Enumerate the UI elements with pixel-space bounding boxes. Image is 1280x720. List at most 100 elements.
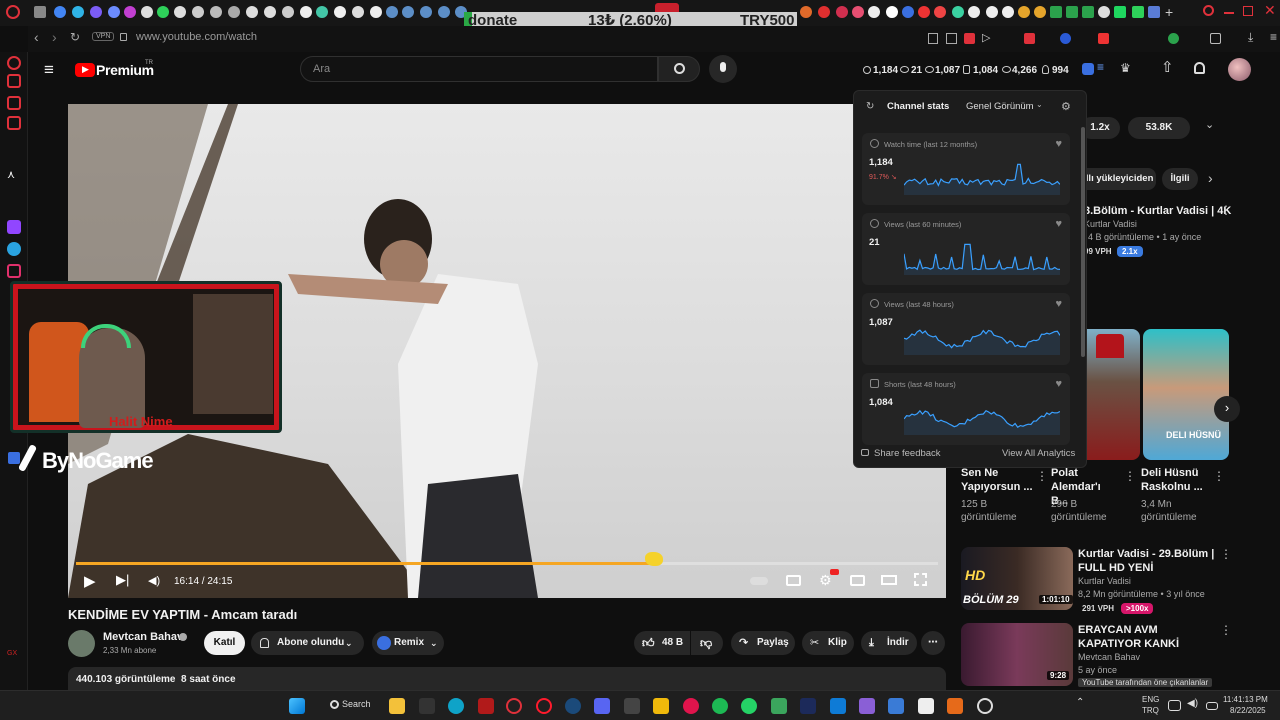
- tab-favicon[interactable]: [868, 6, 880, 18]
- taskbar-search-label[interactable]: Search: [342, 699, 371, 709]
- download-icon[interactable]: ⤓: [1248, 30, 1253, 45]
- join-button[interactable]: Katıl: [204, 631, 245, 655]
- more-options-icon[interactable]: ⋮: [1220, 623, 1232, 637]
- visual-studio-icon[interactable]: [859, 698, 875, 714]
- battery-icon[interactable]: [1206, 702, 1218, 710]
- tab-favicon[interactable]: [818, 6, 830, 18]
- spotify-icon[interactable]: [712, 698, 728, 714]
- maximize-icon[interactable]: [1243, 6, 1253, 16]
- extensions-puzzle-icon[interactable]: [1210, 33, 1221, 44]
- extension-icon[interactable]: [1098, 33, 1109, 44]
- steam-icon[interactable]: [565, 698, 581, 714]
- list-icon[interactable]: ≡: [1097, 60, 1104, 74]
- tab-favicon[interactable]: [210, 6, 222, 18]
- menu-icon[interactable]: ≡: [1270, 30, 1277, 44]
- chevron-down-icon[interactable]: ⌄: [1205, 118, 1214, 131]
- more-options-icon[interactable]: ⋮: [1220, 547, 1232, 561]
- app-icon[interactable]: [653, 698, 669, 714]
- tab-favicon[interactable]: [438, 6, 450, 18]
- sidebar-instagram-icon[interactable]: [7, 264, 21, 278]
- extension-icon[interactable]: [1060, 33, 1071, 44]
- windows-start-icon[interactable]: [289, 698, 305, 714]
- dislike-button[interactable]: 👎︎: [691, 631, 723, 655]
- upload-icon[interactable]: ⇧: [1161, 58, 1174, 76]
- tray-chevron-icon[interactable]: ⌃: [1076, 697, 1084, 708]
- vscode-icon[interactable]: [830, 698, 846, 714]
- tab-favicon[interactable]: [852, 6, 864, 18]
- notifications-bell-icon[interactable]: [1194, 62, 1205, 74]
- app-icon[interactable]: [918, 698, 934, 714]
- shorts-title[interactable]: Sen Ne Yapıyorsun ...: [961, 466, 1037, 494]
- forward-icon[interactable]: ›: [52, 29, 57, 45]
- tab-favicon[interactable]: [1132, 6, 1144, 18]
- voice-search-button[interactable]: [709, 55, 737, 83]
- view-all-analytics-link[interactable]: View All Analytics: [1002, 448, 1075, 459]
- progress-scrubber-pikachu-icon[interactable]: [644, 552, 663, 566]
- carousel-next-button[interactable]: ›: [1214, 396, 1240, 422]
- sidebar-twitch-icon[interactable]: [7, 220, 21, 234]
- analytics-card-shorts-48h[interactable]: Shorts (last 48 hours) ♥ 1,084: [862, 373, 1070, 445]
- analytics-card-watch-time[interactable]: Watch time (last 12 months) ♥ 1,184 91.7…: [862, 133, 1070, 205]
- app-icon[interactable]: [419, 698, 435, 714]
- sidebar-extension-icon[interactable]: [7, 96, 21, 110]
- subscribed-button[interactable]: Abone olundu ⌄: [251, 631, 364, 655]
- description-box[interactable]: 440.103 görüntüleme 8 saat önce: [68, 667, 946, 690]
- recommendation-title[interactable]: Kurtlar Vadisi - 29.Bölüm | FULL HD YENİ: [1078, 547, 1218, 575]
- tab-favicon[interactable]: [968, 6, 980, 18]
- bookmark-icon[interactable]: [928, 33, 938, 44]
- app-icon[interactable]: [888, 698, 904, 714]
- settings-gear-icon[interactable]: ⚙: [1061, 100, 1071, 113]
- tab-favicon[interactable]: [934, 6, 946, 18]
- extension-icon[interactable]: [1024, 33, 1035, 44]
- next-button[interactable]: ▶|: [116, 572, 129, 588]
- favorite-heart-icon[interactable]: ♥: [1055, 378, 1062, 390]
- recommendation-channel[interactable]: Kurtlar Vadisi: [1084, 218, 1137, 231]
- sidebar-opera-icon[interactable]: [7, 56, 21, 70]
- vpn-badge[interactable]: VPN: [92, 32, 115, 41]
- volume-icon[interactable]: ◀): [1187, 698, 1198, 709]
- photoshop-icon[interactable]: [800, 698, 816, 714]
- recommendation-thumbnail[interactable]: 9:28: [961, 623, 1073, 686]
- recommendation-channel[interactable]: Mevtcan Bahav: [1078, 651, 1140, 664]
- sidebar-extension-icon[interactable]: [7, 74, 21, 88]
- reload-icon[interactable]: ↻: [70, 30, 80, 44]
- user-avatar[interactable]: [1228, 58, 1251, 81]
- remix-button[interactable]: Remix ⌄: [372, 631, 444, 655]
- channel-name[interactable]: Mevtcan Bahav: [103, 631, 183, 643]
- tab-channel-stats[interactable]: Channel stats: [887, 101, 949, 112]
- tab-favicon[interactable]: [420, 6, 432, 18]
- filter-chip[interactable]: İlgili: [1162, 168, 1198, 190]
- views-pill[interactable]: 53.8K: [1128, 117, 1190, 139]
- tab-favicon[interactable]: [402, 6, 414, 18]
- sidebar-aria-icon[interactable]: ⋏: [7, 168, 21, 182]
- more-options-icon[interactable]: ⋮: [1036, 469, 1048, 483]
- hamburger-menu-icon[interactable]: ≡: [44, 60, 54, 80]
- shorts-thumbnail[interactable]: [1143, 329, 1229, 460]
- app-icon[interactable]: [977, 698, 993, 714]
- tab-favicon[interactable]: [334, 6, 346, 18]
- opera-gx-icon[interactable]: [506, 698, 522, 714]
- network-icon[interactable]: [1168, 700, 1181, 711]
- tab-favicon[interactable]: [986, 6, 998, 18]
- opera-icon[interactable]: [536, 698, 552, 714]
- shorts-title[interactable]: Deli Hüsnü Raskolnu ...: [1141, 466, 1209, 494]
- volume-icon[interactable]: ◀): [148, 574, 160, 587]
- opera-logo-icon[interactable]: [6, 5, 20, 19]
- fullscreen-icon[interactable]: [914, 573, 927, 586]
- file-explorer-icon[interactable]: [389, 698, 405, 714]
- tab-favicon[interactable]: [1098, 6, 1110, 18]
- snapshot-icon[interactable]: [946, 33, 957, 44]
- search-button[interactable]: [658, 56, 700, 82]
- tab-favicon[interactable]: [800, 6, 812, 18]
- recommendation-title[interactable]: 3.Bölüm - Kurtlar Vadisi | 4K: [1084, 204, 1231, 218]
- new-tab-icon[interactable]: +: [1165, 4, 1173, 20]
- app-icon[interactable]: [683, 698, 699, 714]
- extension-icon[interactable]: [964, 33, 975, 44]
- theater-mode-icon[interactable]: [881, 575, 897, 585]
- tab-favicon[interactable]: [157, 6, 169, 18]
- more-actions-button[interactable]: ⋯: [921, 631, 945, 655]
- tab-favicon[interactable]: [282, 6, 294, 18]
- tab-favicon[interactable]: [174, 6, 186, 18]
- app-icon[interactable]: [771, 698, 787, 714]
- tab-favicon[interactable]: [1050, 6, 1062, 18]
